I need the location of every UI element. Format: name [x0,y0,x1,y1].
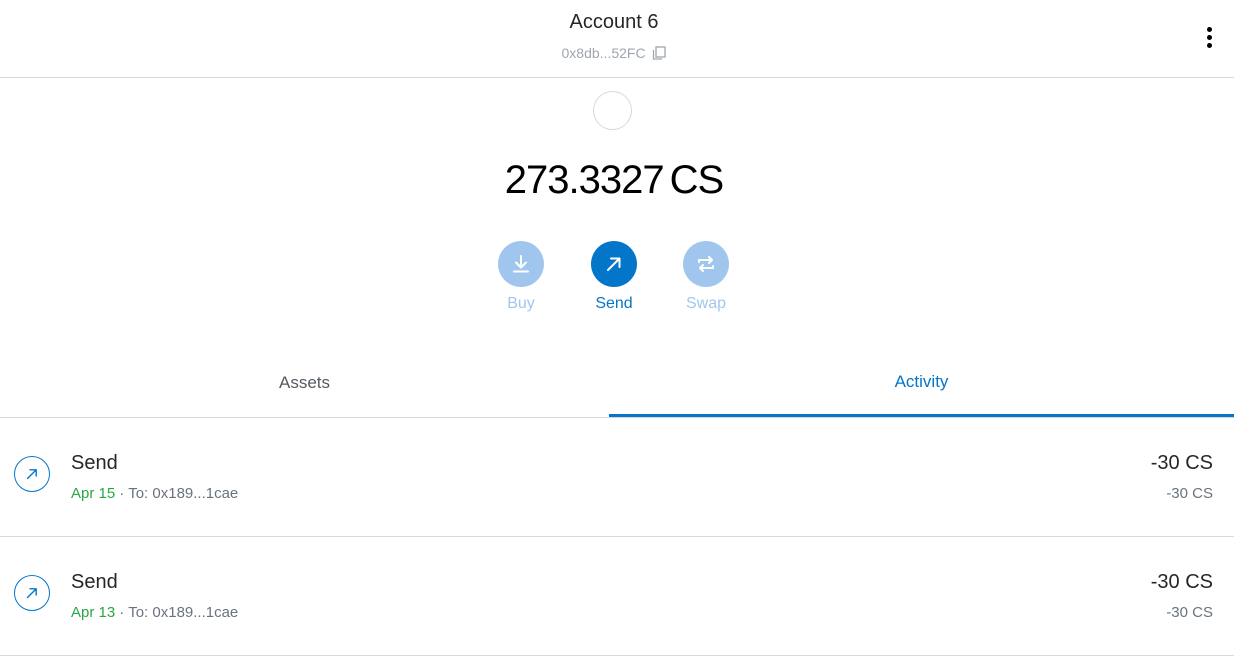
transaction-subtitle: Apr 13 · To: 0x189...1cae [71,604,238,621]
copy-icon[interactable] [652,46,667,63]
kebab-menu-icon[interactable] [1198,24,1220,50]
transaction-date: Apr 13 [71,604,116,621]
transaction-amount-secondary: -30 CS [1166,604,1213,621]
send-arrow-icon [14,456,50,492]
arrow-up-right-icon [591,241,637,287]
buy-button[interactable]: Buy [481,241,561,313]
separator-dot: · [119,604,125,621]
transaction-row[interactable]: Send Apr 13 · To: 0x189...1cae -30 CS -30 … [0,537,1234,656]
balance-unit: CS [669,158,725,202]
token-logo [593,91,632,130]
transaction-title: Send [71,571,118,593]
swap-button[interactable]: Swap [666,241,746,313]
transaction-amount: -30 CS [1150,452,1213,474]
transaction-recipient: To: 0x189...1cae [128,604,239,621]
send-button[interactable]: Send [574,241,654,313]
account-name[interactable]: Account 6 [0,11,1228,34]
download-icon [498,241,544,287]
address-text[interactable]: 0x8db...52FC [562,45,646,61]
account-address[interactable]: 0x8db...52FC [0,45,1228,63]
app-header: Account 6 0x8db...52FC [0,0,1234,78]
send-arrow-icon [14,575,50,611]
transaction-amount: -30 CS [1150,571,1213,593]
tab-activity[interactable]: Activity [609,350,1234,417]
separator-dot: · [119,485,125,502]
transaction-amount-secondary: -30 CS [1166,485,1213,502]
buy-label: Buy [507,295,535,312]
send-label: Send [595,295,633,312]
swap-arrows-icon [683,241,729,287]
transaction-subtitle: Apr 15 · To: 0x189...1cae [71,485,238,502]
tab-assets[interactable]: Assets [0,350,609,416]
transaction-date: Apr 15 [71,485,116,502]
transaction-row[interactable]: Send Apr 15 · To: 0x189...1cae -30 CS -30 … [0,418,1234,537]
balance-value: 273.3327 [504,158,665,202]
transaction-title: Send [71,452,118,474]
transaction-recipient: To: 0x189...1cae [128,485,239,502]
balance: 273.3327 CS [0,158,1228,203]
swap-label: Swap [685,295,727,312]
tab-bar: Assets Activity [0,350,1234,418]
